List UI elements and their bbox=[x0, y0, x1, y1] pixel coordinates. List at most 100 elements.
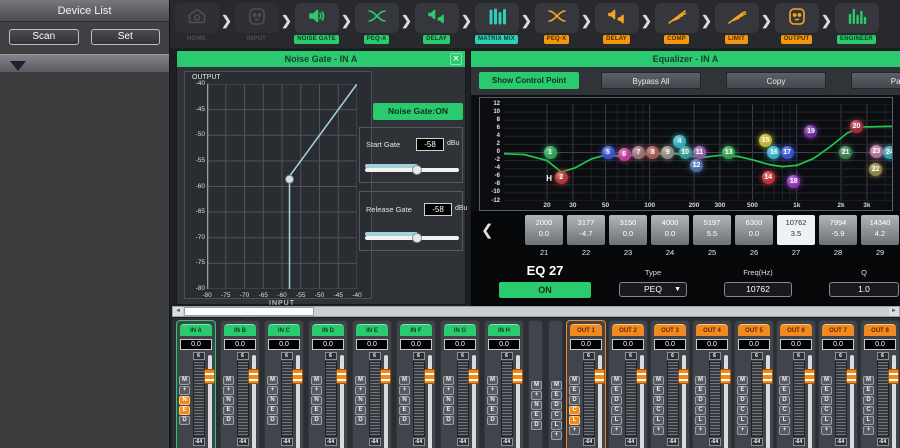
noise-gate-on-button[interactable]: Noise Gate:ON bbox=[373, 103, 463, 120]
fader-handle[interactable] bbox=[804, 369, 815, 384]
channel-button-m[interactable]: M bbox=[311, 376, 322, 385]
eq-control-point[interactable]: 20 bbox=[850, 120, 863, 133]
channel-strip-out-6[interactable]: OUT 60.0MEDCL+6-64 bbox=[776, 320, 816, 448]
channel-strip-out-3[interactable]: OUT 30.0MEDCL+6-64 bbox=[650, 320, 690, 448]
fader-track[interactable] bbox=[340, 355, 344, 448]
channel-tab[interactable]: IN D bbox=[312, 324, 344, 336]
master-strip[interactable]: MEDCL+ bbox=[548, 320, 563, 448]
toolbar-item-delay[interactable]: DELAY bbox=[413, 3, 460, 44]
channel-tab[interactable]: IN B bbox=[224, 324, 256, 336]
channel-button-c[interactable]: C bbox=[821, 406, 832, 415]
channel-button-l[interactable]: L bbox=[863, 416, 874, 425]
channel-button-d[interactable]: D bbox=[695, 396, 706, 405]
channel-gain-value[interactable]: 0.0 bbox=[224, 339, 256, 350]
channel-strip-in-b[interactable]: IN B0.0M+NED6-64 bbox=[220, 320, 260, 448]
channel-button-l[interactable]: L bbox=[821, 416, 832, 425]
channel-button-e[interactable]: E bbox=[223, 406, 234, 415]
channel-tab[interactable]: IN E bbox=[356, 324, 388, 336]
toolbar-item-peq-x[interactable]: PEQ-X bbox=[353, 3, 400, 44]
channel-button-m[interactable]: M bbox=[443, 376, 454, 385]
channel-button-e[interactable]: E bbox=[311, 406, 322, 415]
toolbar-item-engineer[interactable]: ENGINEER bbox=[833, 3, 880, 44]
channel-button-d[interactable]: D bbox=[569, 396, 580, 405]
toolbar-item-input[interactable]: INPUT bbox=[233, 3, 280, 44]
channel-button-+[interactable]: + bbox=[267, 386, 278, 395]
eq-control-point[interactable]: 17 bbox=[781, 146, 794, 159]
channel-button-e[interactable]: E bbox=[611, 386, 622, 395]
eq-band-cell[interactable]: 51975.5 bbox=[693, 215, 731, 245]
channel-button-c[interactable]: C bbox=[779, 406, 790, 415]
channel-button-e[interactable]: E bbox=[355, 406, 366, 415]
channel-button-l[interactable]: L bbox=[737, 416, 748, 425]
start-gate-value[interactable]: -58 bbox=[416, 138, 444, 151]
channel-button-m[interactable]: M bbox=[695, 376, 706, 385]
channel-button-+[interactable]: + bbox=[551, 431, 562, 440]
copy-button[interactable]: Copy bbox=[726, 72, 826, 89]
eq-band-cell[interactable]: 63000.0 bbox=[735, 215, 773, 245]
release-gate-value[interactable]: -58 bbox=[424, 203, 452, 216]
fader-track[interactable] bbox=[296, 355, 300, 448]
eq-band-cell[interactable]: 143404.2 bbox=[861, 215, 899, 245]
show-control-point-button[interactable]: Show Control Point bbox=[479, 72, 579, 89]
channel-button-d[interactable]: D bbox=[443, 416, 454, 425]
channel-button-l[interactable]: L bbox=[611, 416, 622, 425]
channel-button-+[interactable]: + bbox=[311, 386, 322, 395]
channel-tab[interactable]: IN A bbox=[180, 324, 212, 336]
channel-strip-in-a[interactable]: IN A0.0M+NED6-64 bbox=[176, 320, 216, 448]
channel-button-+[interactable]: + bbox=[821, 426, 832, 435]
channel-tab[interactable]: OUT 3 bbox=[654, 324, 686, 336]
fader-handle[interactable] bbox=[468, 369, 479, 384]
scroll-right-icon[interactable]: ► bbox=[889, 307, 899, 316]
channel-strip-out-4[interactable]: OUT 40.0MEDCL+6-64 bbox=[692, 320, 732, 448]
channel-button-e[interactable]: E bbox=[487, 406, 498, 415]
toolbar-item-noise-gate[interactable]: NOISE GATE bbox=[293, 3, 340, 44]
fader-track[interactable] bbox=[766, 355, 770, 448]
bands-scroll-left-icon[interactable]: ❮ bbox=[481, 221, 494, 239]
fader-handle[interactable] bbox=[678, 369, 689, 384]
channel-button-e[interactable]: E bbox=[779, 386, 790, 395]
eq-control-point[interactable]: 24 bbox=[883, 146, 893, 159]
channel-button-d[interactable]: D bbox=[223, 416, 234, 425]
channel-tab[interactable]: IN G bbox=[444, 324, 476, 336]
channel-gain-value[interactable]: 0.0 bbox=[822, 339, 854, 350]
channel-strip-in-c[interactable]: IN C0.0M+NED6-64 bbox=[264, 320, 304, 448]
channel-button-+[interactable]: + bbox=[695, 426, 706, 435]
channel-button-d[interactable]: D bbox=[311, 416, 322, 425]
equalizer-graph[interactable]: 121086420-2-4-6-8-10-121H245678910111213… bbox=[479, 97, 893, 211]
channel-button-+[interactable]: + bbox=[223, 386, 234, 395]
eq-band-cell[interactable]: 20000.0 bbox=[525, 215, 563, 245]
fader-handle[interactable] bbox=[424, 369, 435, 384]
channel-gain-value[interactable]: 0.0 bbox=[312, 339, 344, 350]
channel-button-m[interactable]: M bbox=[821, 376, 832, 385]
fader-track[interactable] bbox=[892, 355, 896, 448]
channel-button-d[interactable]: D bbox=[399, 416, 410, 425]
channel-gain-value[interactable]: 0.0 bbox=[356, 339, 388, 350]
channel-button-e[interactable]: E bbox=[695, 386, 706, 395]
freq-field[interactable]: 10762 bbox=[724, 282, 792, 297]
channel-button-n[interactable]: N bbox=[179, 396, 190, 405]
eq-band-cell[interactable]: 40000.0 bbox=[651, 215, 689, 245]
scrollbar-thumb[interactable]: ∷ bbox=[184, 307, 314, 316]
eq-band-cell[interactable]: 107623.5 bbox=[777, 215, 815, 245]
device-list-group-row[interactable] bbox=[0, 54, 169, 74]
channel-button-e[interactable]: E bbox=[399, 406, 410, 415]
channel-strip-in-d[interactable]: IN D0.0M+NED6-64 bbox=[308, 320, 348, 448]
channel-button-l[interactable]: L bbox=[695, 416, 706, 425]
fader-track[interactable] bbox=[428, 355, 432, 448]
fader-handle[interactable] bbox=[204, 369, 215, 384]
channel-button-m[interactable]: M bbox=[551, 381, 562, 390]
master-strip[interactable]: M+NED bbox=[528, 320, 543, 448]
channel-button-m[interactable]: M bbox=[611, 376, 622, 385]
set-button[interactable]: Set bbox=[91, 29, 161, 45]
channel-tab[interactable]: IN C bbox=[268, 324, 300, 336]
fader-track[interactable] bbox=[598, 355, 602, 448]
channel-button-m[interactable]: M bbox=[267, 376, 278, 385]
fader-track[interactable] bbox=[384, 355, 388, 448]
channel-button-d[interactable]: D bbox=[653, 396, 664, 405]
channel-button-e[interactable]: E bbox=[551, 391, 562, 400]
channel-gain-value[interactable]: 0.0 bbox=[268, 339, 300, 350]
channel-gain-value[interactable]: 0.0 bbox=[654, 339, 686, 350]
fader-handle[interactable] bbox=[846, 369, 857, 384]
channel-button-c[interactable]: C bbox=[863, 406, 874, 415]
slider-thumb[interactable] bbox=[412, 233, 422, 243]
